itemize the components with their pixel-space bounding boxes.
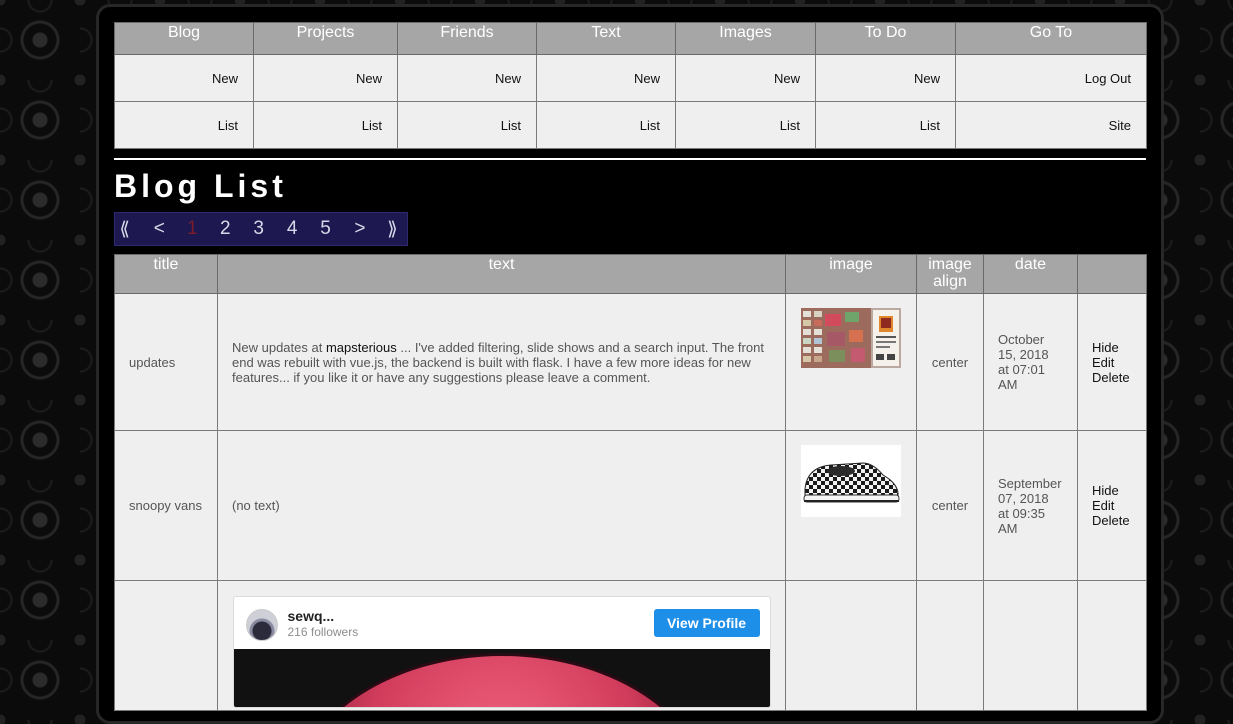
blog-new-link[interactable]: New: [212, 71, 238, 86]
pagination: ⟪ < 1 2 3 4 5 > ⟫: [114, 212, 408, 246]
delete-link[interactable]: Delete: [1092, 513, 1132, 528]
page-2-button[interactable]: 2: [208, 218, 242, 240]
page-4-button[interactable]: 4: [275, 218, 309, 240]
row-align: center: [916, 293, 984, 431]
nav-header-todo: To Do: [815, 22, 956, 55]
table-row: sewq... 216 followers View Profile: [114, 580, 1147, 711]
site-link[interactable]: Site: [1109, 118, 1131, 133]
row-image-cell: [785, 430, 917, 581]
nav-header-goto: Go To: [955, 22, 1147, 55]
prev-page-button[interactable]: <: [142, 218, 176, 240]
column-header-text: text: [217, 254, 786, 294]
column-header-title: title: [114, 254, 218, 294]
instagram-embed: sewq... 216 followers View Profile: [232, 596, 771, 708]
images-list-link[interactable]: List: [780, 118, 800, 133]
row-date: September 07, 2018 at 09:35 AM: [983, 430, 1078, 581]
images-new-link[interactable]: New: [774, 71, 800, 86]
column-header-date: date: [983, 254, 1078, 294]
column-header-image-align: image align: [916, 254, 984, 294]
row-align: [916, 580, 984, 711]
edit-link[interactable]: Edit: [1092, 498, 1132, 513]
row-text: (no text): [217, 430, 786, 581]
column-header-image: image: [785, 254, 917, 294]
nav-header-images: Images: [675, 22, 816, 55]
row-actions: [1077, 580, 1147, 711]
instagram-post-image[interactable]: [233, 649, 770, 707]
row-title: [114, 580, 218, 711]
edit-link[interactable]: Edit: [1092, 355, 1132, 370]
logout-link[interactable]: Log Out: [1085, 71, 1131, 86]
hide-link[interactable]: Hide: [1092, 483, 1132, 498]
nav-header-text: Text: [536, 22, 676, 55]
nav-header-friends: Friends: [397, 22, 537, 55]
first-page-button[interactable]: ⟪: [115, 218, 134, 241]
instagram-followers: 216 followers: [287, 625, 359, 639]
blog-list-table: title text image image align date updates…: [114, 254, 1147, 711]
divider: [114, 158, 1146, 160]
row-actions: Hide Edit Delete: [1077, 293, 1147, 431]
friends-list-link[interactable]: List: [501, 118, 521, 133]
projects-list-link[interactable]: List: [362, 118, 382, 133]
last-page-button[interactable]: ⟫: [378, 218, 407, 241]
page-3-button[interactable]: 3: [242, 218, 275, 240]
todo-list-link[interactable]: List: [920, 118, 940, 133]
table-row: snoopy vans (no text) center September 0…: [114, 430, 1147, 581]
row-align: center: [916, 430, 984, 581]
row-title: updates: [114, 293, 218, 431]
blog-list-link[interactable]: List: [218, 118, 238, 133]
nav-header-blog: Blog: [114, 22, 254, 55]
instagram-username[interactable]: sewq...: [288, 609, 335, 624]
row-title: snoopy vans: [114, 430, 218, 581]
nav-header-projects: Projects: [253, 22, 398, 55]
row-image-cell: [785, 293, 917, 431]
row-image-cell: [785, 580, 917, 711]
admin-nav-table: Blog Projects Friends Text Images To Do …: [114, 22, 1147, 149]
text-new-link[interactable]: New: [634, 71, 660, 86]
view-profile-button[interactable]: View Profile: [653, 609, 760, 637]
profile-avatar-icon[interactable]: [245, 609, 278, 641]
map-collage-thumbnail-icon[interactable]: [801, 308, 901, 368]
text-list-link[interactable]: List: [640, 118, 660, 133]
projects-new-link[interactable]: New: [356, 71, 382, 86]
column-header-actions: [1077, 254, 1147, 294]
hide-link[interactable]: Hide: [1092, 340, 1132, 355]
page-title: Blog List: [114, 168, 287, 204]
row-date: [983, 580, 1078, 711]
checkered-sneaker-thumbnail-icon[interactable]: [801, 445, 901, 517]
instagram-embed-cell: sewq... 216 followers View Profile: [217, 580, 786, 711]
row-date: October 15, 2018 at 07:01 AM: [983, 293, 1078, 431]
page-5-button[interactable]: 5: [309, 218, 342, 240]
friends-new-link[interactable]: New: [495, 71, 521, 86]
mapsterious-link[interactable]: mapsterious: [326, 340, 397, 355]
row-actions: Hide Edit Delete: [1077, 430, 1147, 581]
todo-new-link[interactable]: New: [914, 71, 940, 86]
table-row: updates New updates at mapsterious ... I…: [114, 293, 1147, 431]
delete-link[interactable]: Delete: [1092, 370, 1132, 385]
page-1-button[interactable]: 1: [176, 218, 208, 240]
next-page-button[interactable]: >: [342, 218, 378, 240]
main-content: Blog Projects Friends Text Images To Do …: [114, 22, 1147, 711]
row-text: New updates at mapsterious ... I've adde…: [217, 293, 786, 431]
